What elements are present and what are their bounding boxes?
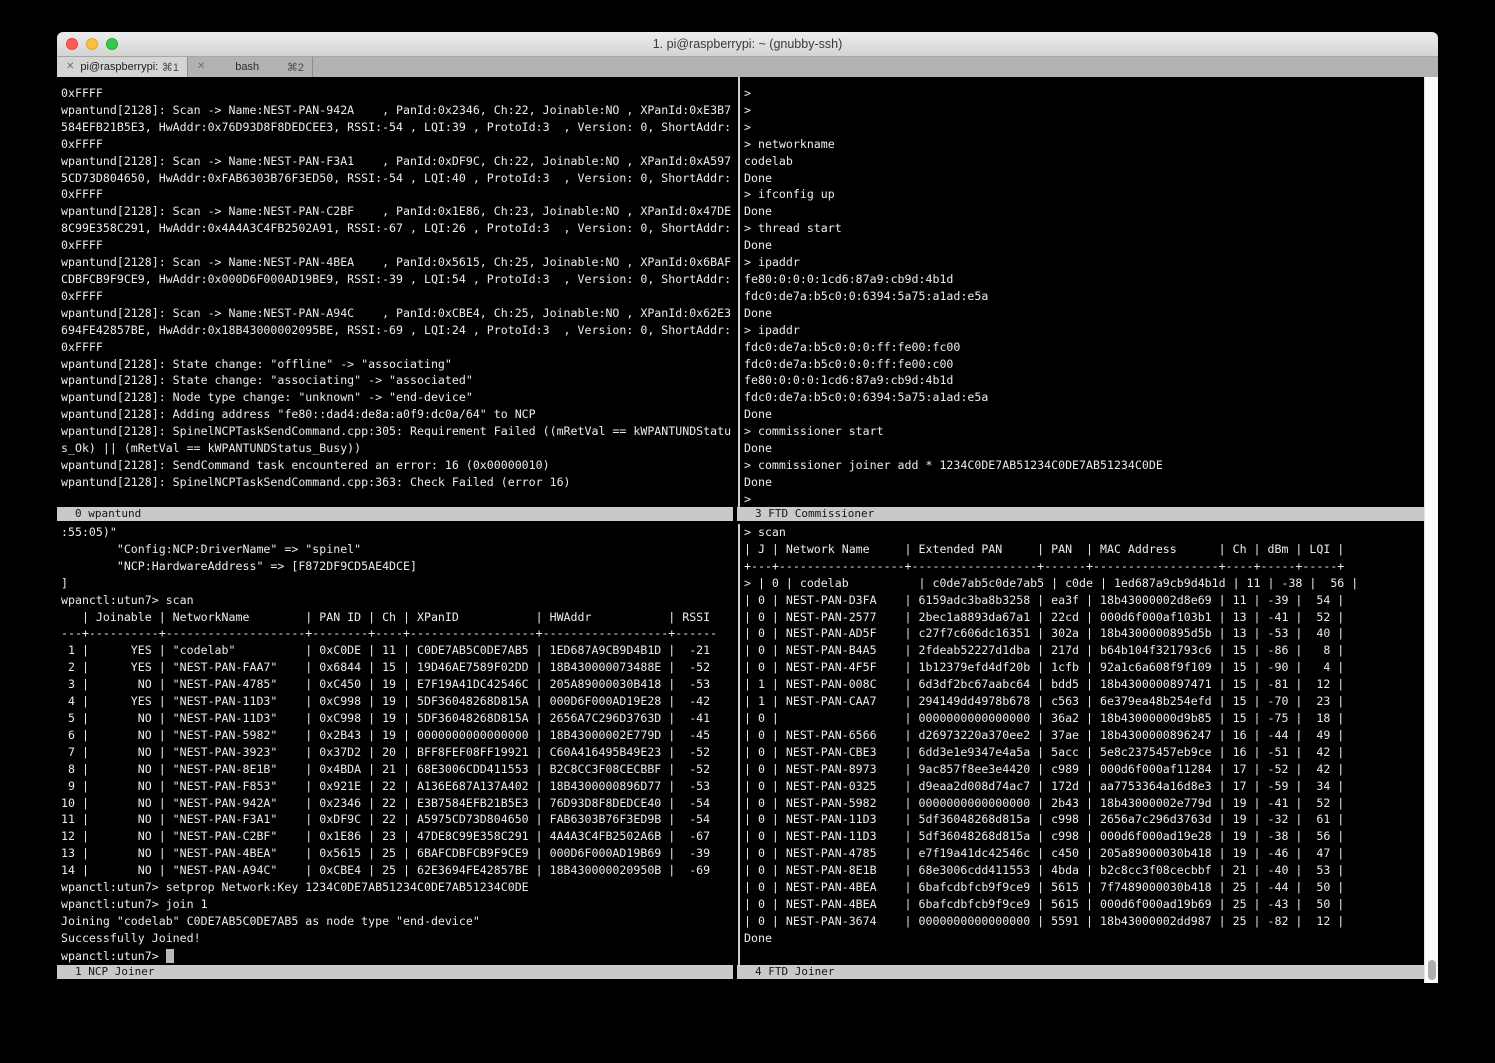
scrollbar-thumb[interactable]	[1428, 960, 1436, 980]
pane-title-ftd-joiner[interactable]: 4 FTD Joiner	[737, 965, 1424, 979]
pane-title-wpantund[interactable]: 0 wpantund	[57, 507, 733, 521]
pane-ncp-joiner[interactable]: :55:05)" "Config:NCP:DriverName" => "spi…	[61, 524, 733, 965]
tab-bar: ✕ pi@raspberrypi: ~ (g... ⌘1 ✕ bash ⌘2	[57, 57, 1438, 77]
window-titlebar[interactable]: 1. pi@raspberrypi: ~ (gnubby-ssh)	[57, 32, 1438, 57]
window-title: 1. pi@raspberrypi: ~ (gnubby-ssh)	[57, 32, 1438, 56]
tab-shortcut: ⌘2	[287, 61, 304, 74]
pane-divider[interactable]	[738, 77, 740, 507]
pane-wpantund-log[interactable]: 0xFFFF wpantund[2128]: Scan -> Name:NEST…	[61, 85, 733, 507]
pane-title-ftd-commissioner[interactable]: 3 FTD Commissioner	[737, 507, 1424, 521]
tab-ssh-session[interactable]: ✕ pi@raspberrypi: ~ (g... ⌘1	[57, 57, 188, 77]
prompt-text: wpanctl:utun7>	[61, 949, 166, 963]
ncp-joiner-prompt-line[interactable]: wpanctl:utun7>	[61, 947, 174, 964]
terminal-window: 1. pi@raspberrypi: ~ (gnubby-ssh) ✕ pi@r…	[57, 32, 1438, 983]
scrollbar[interactable]	[1424, 77, 1438, 983]
close-tab-icon[interactable]: ✕	[197, 57, 205, 77]
pane-divider[interactable]	[738, 524, 740, 965]
tab-bash[interactable]: ✕ bash ⌘2	[188, 57, 313, 77]
text-cursor	[166, 949, 174, 963]
tab-label: bash	[211, 61, 282, 73]
terminal-content: 0xFFFF wpantund[2128]: Scan -> Name:NEST…	[57, 77, 1438, 983]
pane-ftd-joiner[interactable]: > scan | J | Network Name | Extended PAN…	[744, 524, 1424, 965]
pane-ftd-commissioner[interactable]: > > > > networkname codelab Done > ifcon…	[744, 85, 1424, 507]
pane-title-ncp-joiner[interactable]: 1 NCP Joiner	[57, 965, 733, 979]
close-tab-icon[interactable]: ✕	[66, 57, 74, 77]
tab-shortcut: ⌘1	[162, 61, 179, 74]
desktop-background: 1. pi@raspberrypi: ~ (gnubby-ssh) ✕ pi@r…	[0, 0, 1495, 1063]
tab-label: pi@raspberrypi: ~ (g...	[80, 61, 157, 73]
